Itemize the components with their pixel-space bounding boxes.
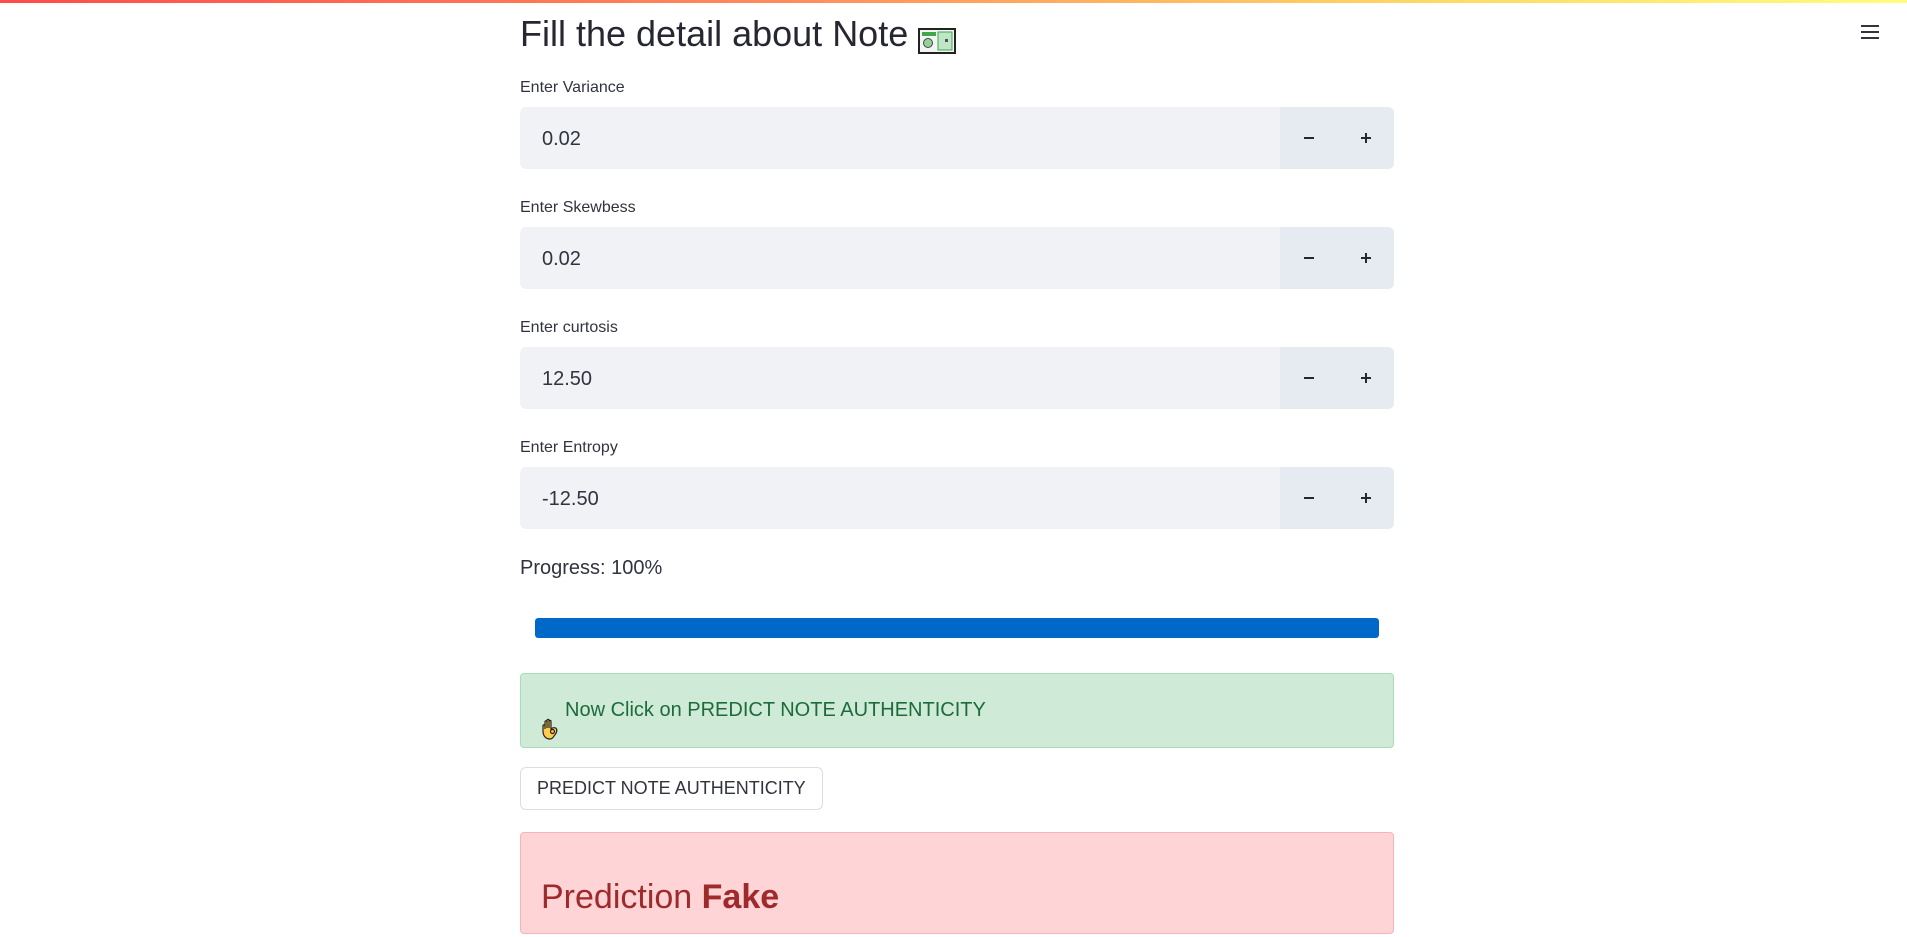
success-alert: Now Click on PREDICT NOTE AUTHENTICITY	[520, 673, 1394, 748]
curtosis-input[interactable]	[540, 347, 1244, 409]
prediction-value: Fake	[701, 878, 780, 916]
curtosis-number-input	[520, 347, 1394, 409]
minus-icon	[1304, 497, 1314, 499]
skewness-field: Enter Skewbess	[520, 198, 1394, 289]
curtosis-label: Enter curtosis	[520, 319, 618, 336]
variance-input[interactable]	[540, 107, 1244, 169]
skewness-decrement-button[interactable]	[1280, 227, 1337, 289]
curtosis-increment-button[interactable]	[1337, 347, 1394, 409]
banknote-icon	[918, 20, 957, 55]
entropy-field: Enter Entropy	[520, 438, 1394, 529]
minus-icon	[1304, 257, 1314, 259]
page-title: Fill the detail about Note	[520, 12, 957, 56]
entropy-decrement-button[interactable]	[1280, 467, 1337, 529]
progress-label: Progress: 100%	[520, 557, 663, 579]
curtosis-field: Enter curtosis	[520, 318, 1394, 409]
minus-icon	[1304, 377, 1314, 379]
top-decoration-bar	[0, 0, 1907, 3]
variance-increment-button[interactable]	[1337, 107, 1394, 169]
minus-icon	[1304, 137, 1314, 139]
hamburger-menu-icon[interactable]	[1859, 22, 1881, 40]
skewness-increment-button[interactable]	[1337, 227, 1394, 289]
skewness-number-input	[520, 227, 1394, 289]
skewness-label: Enter Skewbess	[520, 199, 636, 216]
variance-label: Enter Variance	[520, 79, 625, 96]
progress-bar-fill	[535, 618, 1379, 638]
page-title-text: Fill the detail about Note	[520, 13, 909, 54]
predict-note-authenticity-button[interactable]: PREDICT NOTE AUTHENTICITY	[520, 767, 823, 810]
variance-decrement-button[interactable]	[1280, 107, 1337, 169]
prediction-result-alert: Prediction Fake	[520, 832, 1394, 934]
entropy-number-input	[520, 467, 1394, 529]
progress-bar	[535, 618, 1379, 638]
success-alert-text: Now Click on PREDICT NOTE AUTHENTICITY	[565, 699, 986, 721]
prediction-result: Prediction Fake	[541, 875, 779, 919]
entropy-input[interactable]	[540, 467, 1244, 529]
variance-field: Enter Variance	[520, 78, 1394, 169]
entropy-increment-button[interactable]	[1337, 467, 1394, 529]
prediction-prefix: Prediction	[541, 878, 693, 916]
entropy-label: Enter Entropy	[520, 439, 618, 456]
variance-number-input	[520, 107, 1394, 169]
curtosis-decrement-button[interactable]	[1280, 347, 1337, 409]
ok-hand-icon	[541, 698, 559, 740]
skewness-input[interactable]	[540, 227, 1244, 289]
